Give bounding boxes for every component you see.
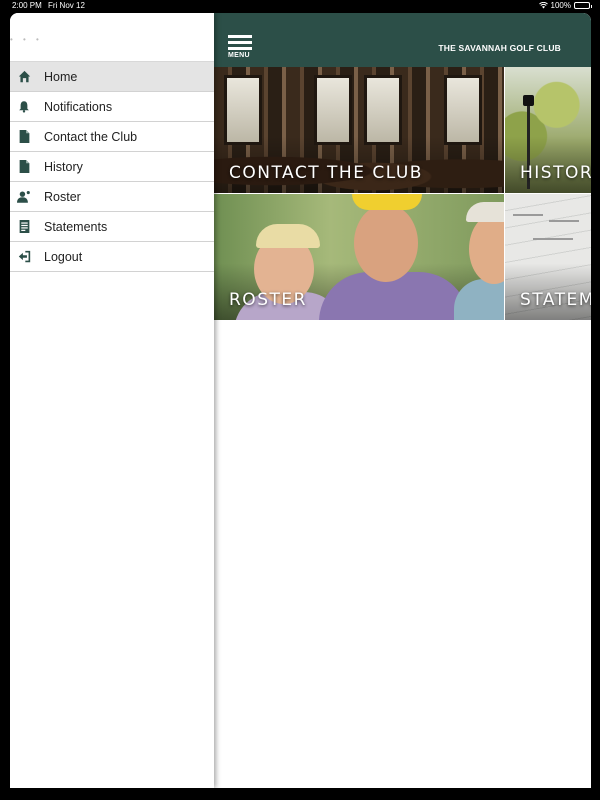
main-content: MENU THE SAVANNAH GOLF CLUB CONTACT THE … bbox=[214, 13, 591, 788]
status-right: 100% bbox=[538, 1, 592, 10]
hamburger-icon bbox=[228, 35, 252, 38]
tile-grid: CONTACT THE CLUB HISTORY ROSTER bbox=[214, 67, 591, 320]
menu-list: Home Notifications Contact the Club Hist… bbox=[10, 61, 214, 272]
lamp-image bbox=[523, 95, 534, 106]
sidebar-item-roster[interactable]: Roster bbox=[10, 182, 214, 212]
sidebar-item-label: Contact the Club bbox=[44, 129, 138, 144]
tile-label: HISTORY bbox=[520, 163, 591, 183]
status-date: Fri Nov 12 bbox=[48, 1, 85, 10]
status-time: 2:00 PM bbox=[12, 1, 42, 10]
top-bar: MENU THE SAVANNAH GOLF CLUB bbox=[214, 13, 591, 67]
logout-icon bbox=[17, 250, 31, 264]
tile-roster[interactable]: ROSTER bbox=[214, 194, 504, 320]
sidebar-header: • • • bbox=[10, 13, 214, 61]
wifi-icon bbox=[538, 2, 548, 9]
hamburger-icon-bar bbox=[228, 47, 252, 50]
tile-contact-the-club[interactable]: CONTACT THE CLUB bbox=[214, 67, 504, 193]
golfer-cap-image bbox=[466, 202, 504, 222]
golfer-cap-image bbox=[256, 224, 320, 248]
menu-button-label: MENU bbox=[228, 52, 250, 59]
club-title: THE SAVANNAH GOLF CLUB bbox=[438, 43, 561, 53]
statement-paper-image bbox=[513, 214, 543, 216]
window-image bbox=[444, 75, 482, 145]
sidebar-item-history[interactable]: History bbox=[10, 152, 214, 182]
sidebar-item-contact-the-club[interactable]: Contact the Club bbox=[10, 122, 214, 152]
battery-icon bbox=[574, 2, 592, 9]
app-screen: • • • Home Notifications Contact the Clu… bbox=[10, 13, 591, 788]
tile-history[interactable]: HISTORY bbox=[505, 67, 591, 193]
sidebar-item-label: Logout bbox=[44, 249, 83, 264]
sidebar-item-label: History bbox=[44, 159, 83, 174]
sidebar-faded-logo: • • • bbox=[10, 35, 43, 44]
sidebar-item-statements[interactable]: Statements bbox=[10, 212, 214, 242]
sidebar-item-label: Statements bbox=[44, 219, 108, 234]
sidebar-item-notifications[interactable]: Notifications bbox=[10, 92, 214, 122]
golfer-image bbox=[469, 214, 504, 284]
sidebar-item-label: Roster bbox=[44, 189, 81, 204]
tile-label: STATEMENTS bbox=[520, 290, 591, 310]
tile-statements[interactable]: STATEMENTS bbox=[505, 194, 591, 320]
statement-paper-image bbox=[549, 220, 579, 222]
sidebar-item-label: Notifications bbox=[44, 99, 113, 114]
sidebar-item-home[interactable]: Home bbox=[10, 62, 214, 92]
sidebar-menu: • • • Home Notifications Contact the Clu… bbox=[10, 13, 214, 788]
statement-paper-image bbox=[533, 238, 573, 240]
battery-percent: 100% bbox=[550, 1, 571, 10]
sidebar-item-label: Home bbox=[44, 69, 78, 84]
window-image bbox=[224, 75, 262, 145]
bell-icon bbox=[17, 100, 31, 114]
window-image bbox=[364, 75, 402, 145]
tile-label: CONTACT THE CLUB bbox=[229, 163, 423, 183]
home-icon bbox=[17, 70, 31, 84]
status-bar: 2:00 PM Fri Nov 12 100% bbox=[0, 0, 600, 12]
person-icon bbox=[17, 190, 31, 204]
document-icon bbox=[17, 160, 31, 174]
window-image bbox=[314, 75, 352, 145]
tile-label: ROSTER bbox=[229, 290, 307, 310]
sidebar-item-logout[interactable]: Logout bbox=[10, 242, 214, 272]
golfer-image bbox=[354, 204, 418, 282]
golfer-cap-image bbox=[352, 194, 422, 210]
golfer-image bbox=[454, 279, 504, 320]
document-icon bbox=[17, 130, 31, 144]
receipt-icon bbox=[17, 220, 31, 234]
hamburger-icon-bar bbox=[228, 41, 252, 44]
